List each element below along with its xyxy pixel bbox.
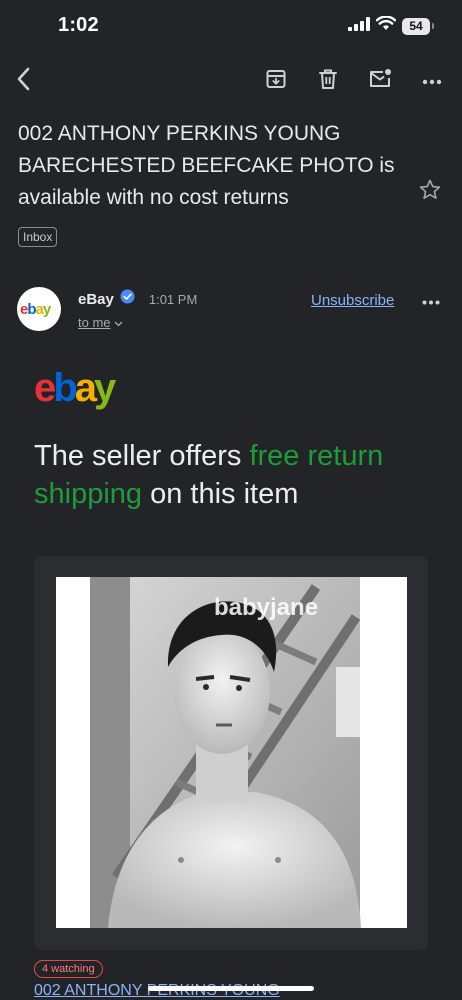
- star-icon: [418, 179, 442, 206]
- sender-avatar[interactable]: ebay: [17, 287, 61, 331]
- email-subject: 002 ANTHONY PERKINS YOUNG BARECHESTED BE…: [18, 122, 395, 209]
- item-title-link[interactable]: 002 ANTHONY PERKINS YOUNG: [34, 982, 280, 1000]
- archive-icon: [265, 68, 287, 95]
- item-photo-graphic: babyjane: [56, 577, 407, 928]
- sender-name: eBay: [78, 290, 114, 308]
- trash-icon: [318, 68, 338, 95]
- chevron-left-icon: [16, 67, 32, 96]
- signal-icon: [348, 16, 370, 36]
- verified-badge-icon: [120, 289, 135, 309]
- star-button[interactable]: [418, 178, 442, 207]
- battery-indicator: 54: [402, 17, 430, 35]
- photo-watermark: babyjane: [214, 594, 318, 621]
- ebay-avatar-logo: ebay: [20, 301, 53, 318]
- headline-text-end: on this item: [142, 478, 299, 510]
- watching-badge: 4 watching: [34, 960, 103, 978]
- item-photo[interactable]: babyjane: [56, 577, 407, 928]
- recipient-details-toggle[interactable]: to me: [78, 315, 123, 330]
- more-horizontal-icon: [422, 72, 442, 90]
- more-horizontal-icon: [422, 292, 440, 310]
- wifi-icon: [375, 15, 397, 36]
- headline-text-start: The seller offers: [34, 440, 250, 472]
- sender-info: eBay 1:01 PM: [78, 289, 197, 309]
- inbox-label[interactable]: Inbox: [18, 227, 58, 247]
- mail-unread-icon: [368, 68, 392, 95]
- status-bar: 1:02 54: [0, 0, 462, 54]
- unsubscribe-link[interactable]: Unsubscribe: [311, 292, 394, 309]
- svg-text:ebay: ebay: [34, 368, 117, 410]
- home-indicator[interactable]: [148, 986, 314, 991]
- message-more-button[interactable]: [418, 289, 444, 313]
- battery-tip: [432, 23, 434, 29]
- ebay-wordmark: ebay: [34, 366, 120, 410]
- ebay-logo[interactable]: ebay: [34, 366, 126, 415]
- back-button[interactable]: [9, 66, 39, 96]
- mark-unread-button[interactable]: [365, 66, 395, 96]
- archive-button[interactable]: [261, 66, 291, 96]
- email-toolbar: [0, 58, 462, 104]
- status-icons: 54: [348, 15, 434, 36]
- more-options-button[interactable]: [417, 66, 447, 96]
- delete-button[interactable]: [313, 66, 343, 96]
- chevron-down-icon: [114, 315, 123, 330]
- recipient-label: to me: [78, 315, 111, 330]
- return-offer-headline: The seller offers free return shipping o…: [34, 437, 434, 513]
- svg-text:ebay: ebay: [20, 301, 52, 318]
- status-time: 1:02: [58, 14, 99, 36]
- email-time: 1:01 PM: [148, 291, 198, 307]
